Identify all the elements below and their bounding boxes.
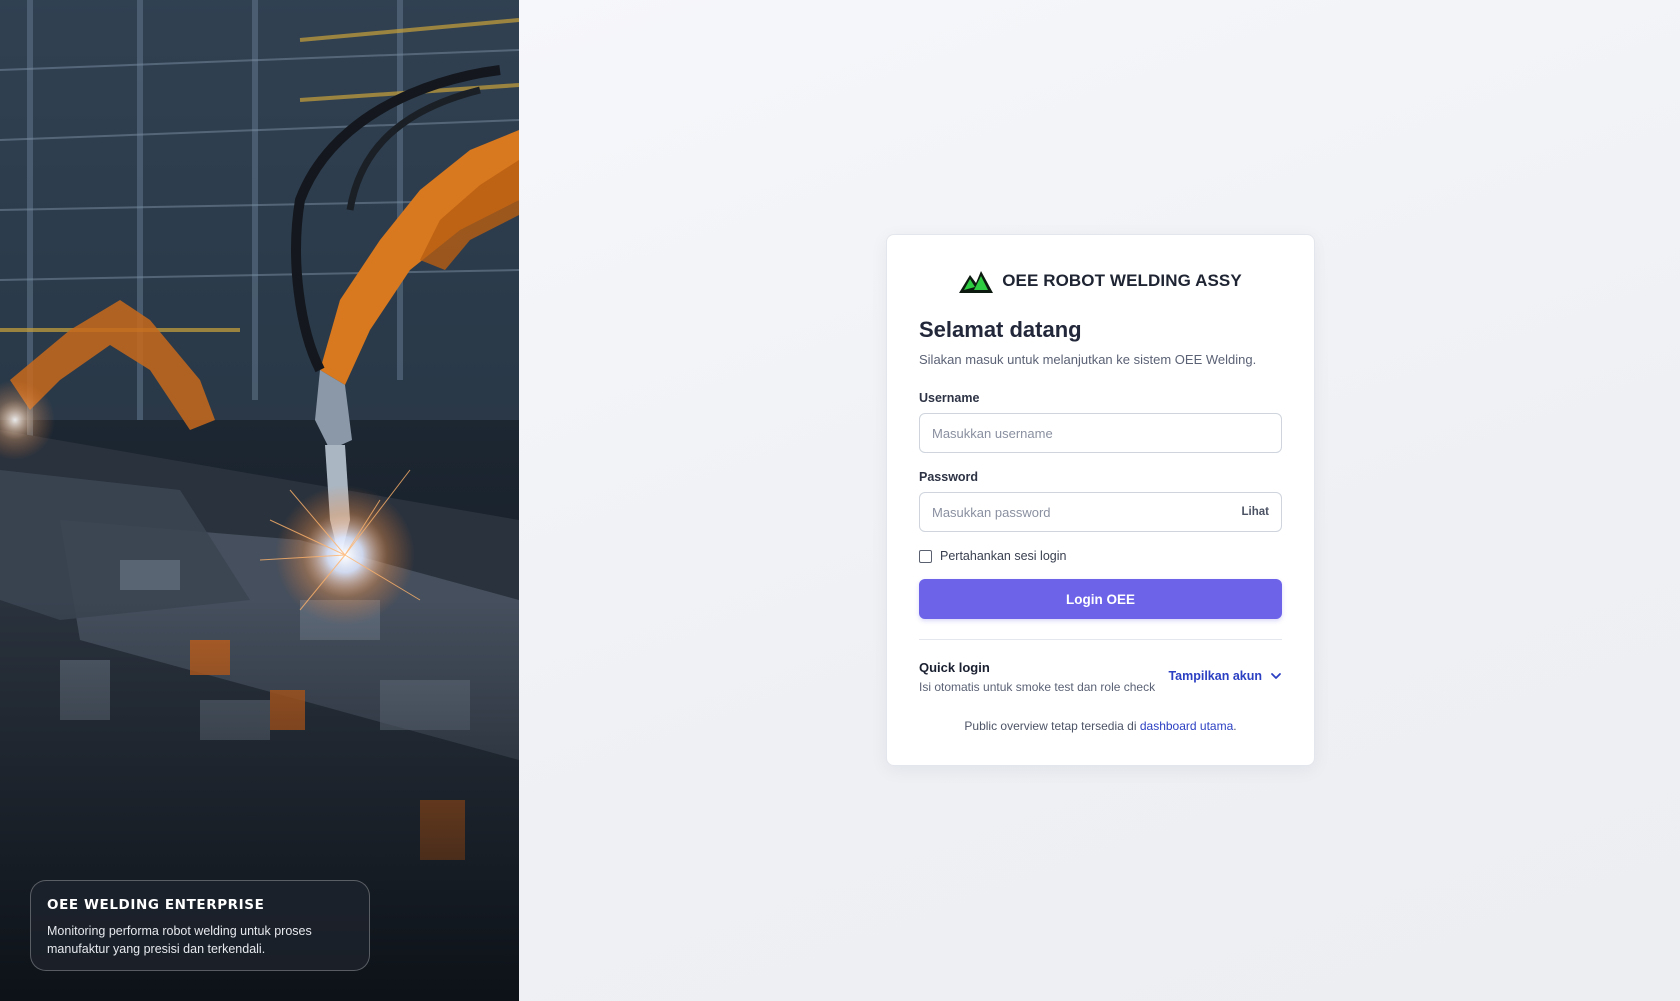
- show-accounts-toggle[interactable]: Tampilkan akun: [1168, 669, 1282, 683]
- quick-login-title: Quick login: [919, 660, 990, 675]
- brand-name: OEE ROBOT WELDING ASSY: [1002, 271, 1242, 290]
- username-label: Username: [919, 391, 980, 405]
- password-label: Password: [919, 470, 979, 484]
- hero-info-card: OEE WELDING ENTERPRISE Monitoring perfor…: [30, 880, 370, 971]
- quick-login-text: Quick login Isi otomatis untuk smoke tes…: [919, 660, 1155, 694]
- password-field-wrapper: Lihat: [919, 492, 1282, 532]
- quick-login-subtitle: Isi otomatis untuk smoke test dan role c…: [919, 680, 1156, 694]
- page-title: Selamat datang: [919, 317, 1082, 342]
- mountain-logo-icon: [959, 271, 994, 293]
- brand: OEE ROBOT WELDING ASSY: [919, 267, 1282, 295]
- page-subtitle: Silakan masuk untuk melanjutkan ke siste…: [919, 352, 1257, 367]
- welding-robot-image: [0, 0, 519, 1001]
- remember-session: Pertahankan sesi login: [919, 549, 1282, 563]
- public-overview-text: Public overview tetap tersedia di: [964, 719, 1140, 733]
- remember-label: Pertahankan sesi login: [940, 549, 1067, 563]
- login-button[interactable]: Login OEE: [919, 579, 1282, 619]
- show-accounts-label: Tampilkan akun: [1168, 669, 1262, 683]
- quick-login-section: Quick login Isi otomatis untuk smoke tes…: [919, 660, 1282, 694]
- remember-checkbox[interactable]: [919, 549, 932, 563]
- username-input[interactable]: [932, 425, 1269, 441]
- hero-card-title: OEE WELDING ENTERPRISE: [47, 897, 265, 913]
- username-field-wrapper: [919, 413, 1282, 453]
- login-card: OEE ROBOT WELDING ASSY Selamat datang Si…: [886, 234, 1315, 766]
- hero-panel: OEE WELDING ENTERPRISE Monitoring perfor…: [0, 0, 519, 1001]
- dashboard-link[interactable]: dashboard utama: [1140, 719, 1233, 733]
- public-overview-note: Public overview tetap tersedia di dashbo…: [919, 719, 1282, 733]
- password-input[interactable]: [932, 504, 1242, 520]
- divider: [919, 639, 1282, 640]
- chevron-down-icon: [1271, 673, 1281, 679]
- show-password-button[interactable]: Lihat: [1242, 506, 1269, 518]
- hero-card-text: Monitoring performa robot welding untuk …: [47, 924, 312, 956]
- public-overview-suffix: .: [1233, 719, 1237, 733]
